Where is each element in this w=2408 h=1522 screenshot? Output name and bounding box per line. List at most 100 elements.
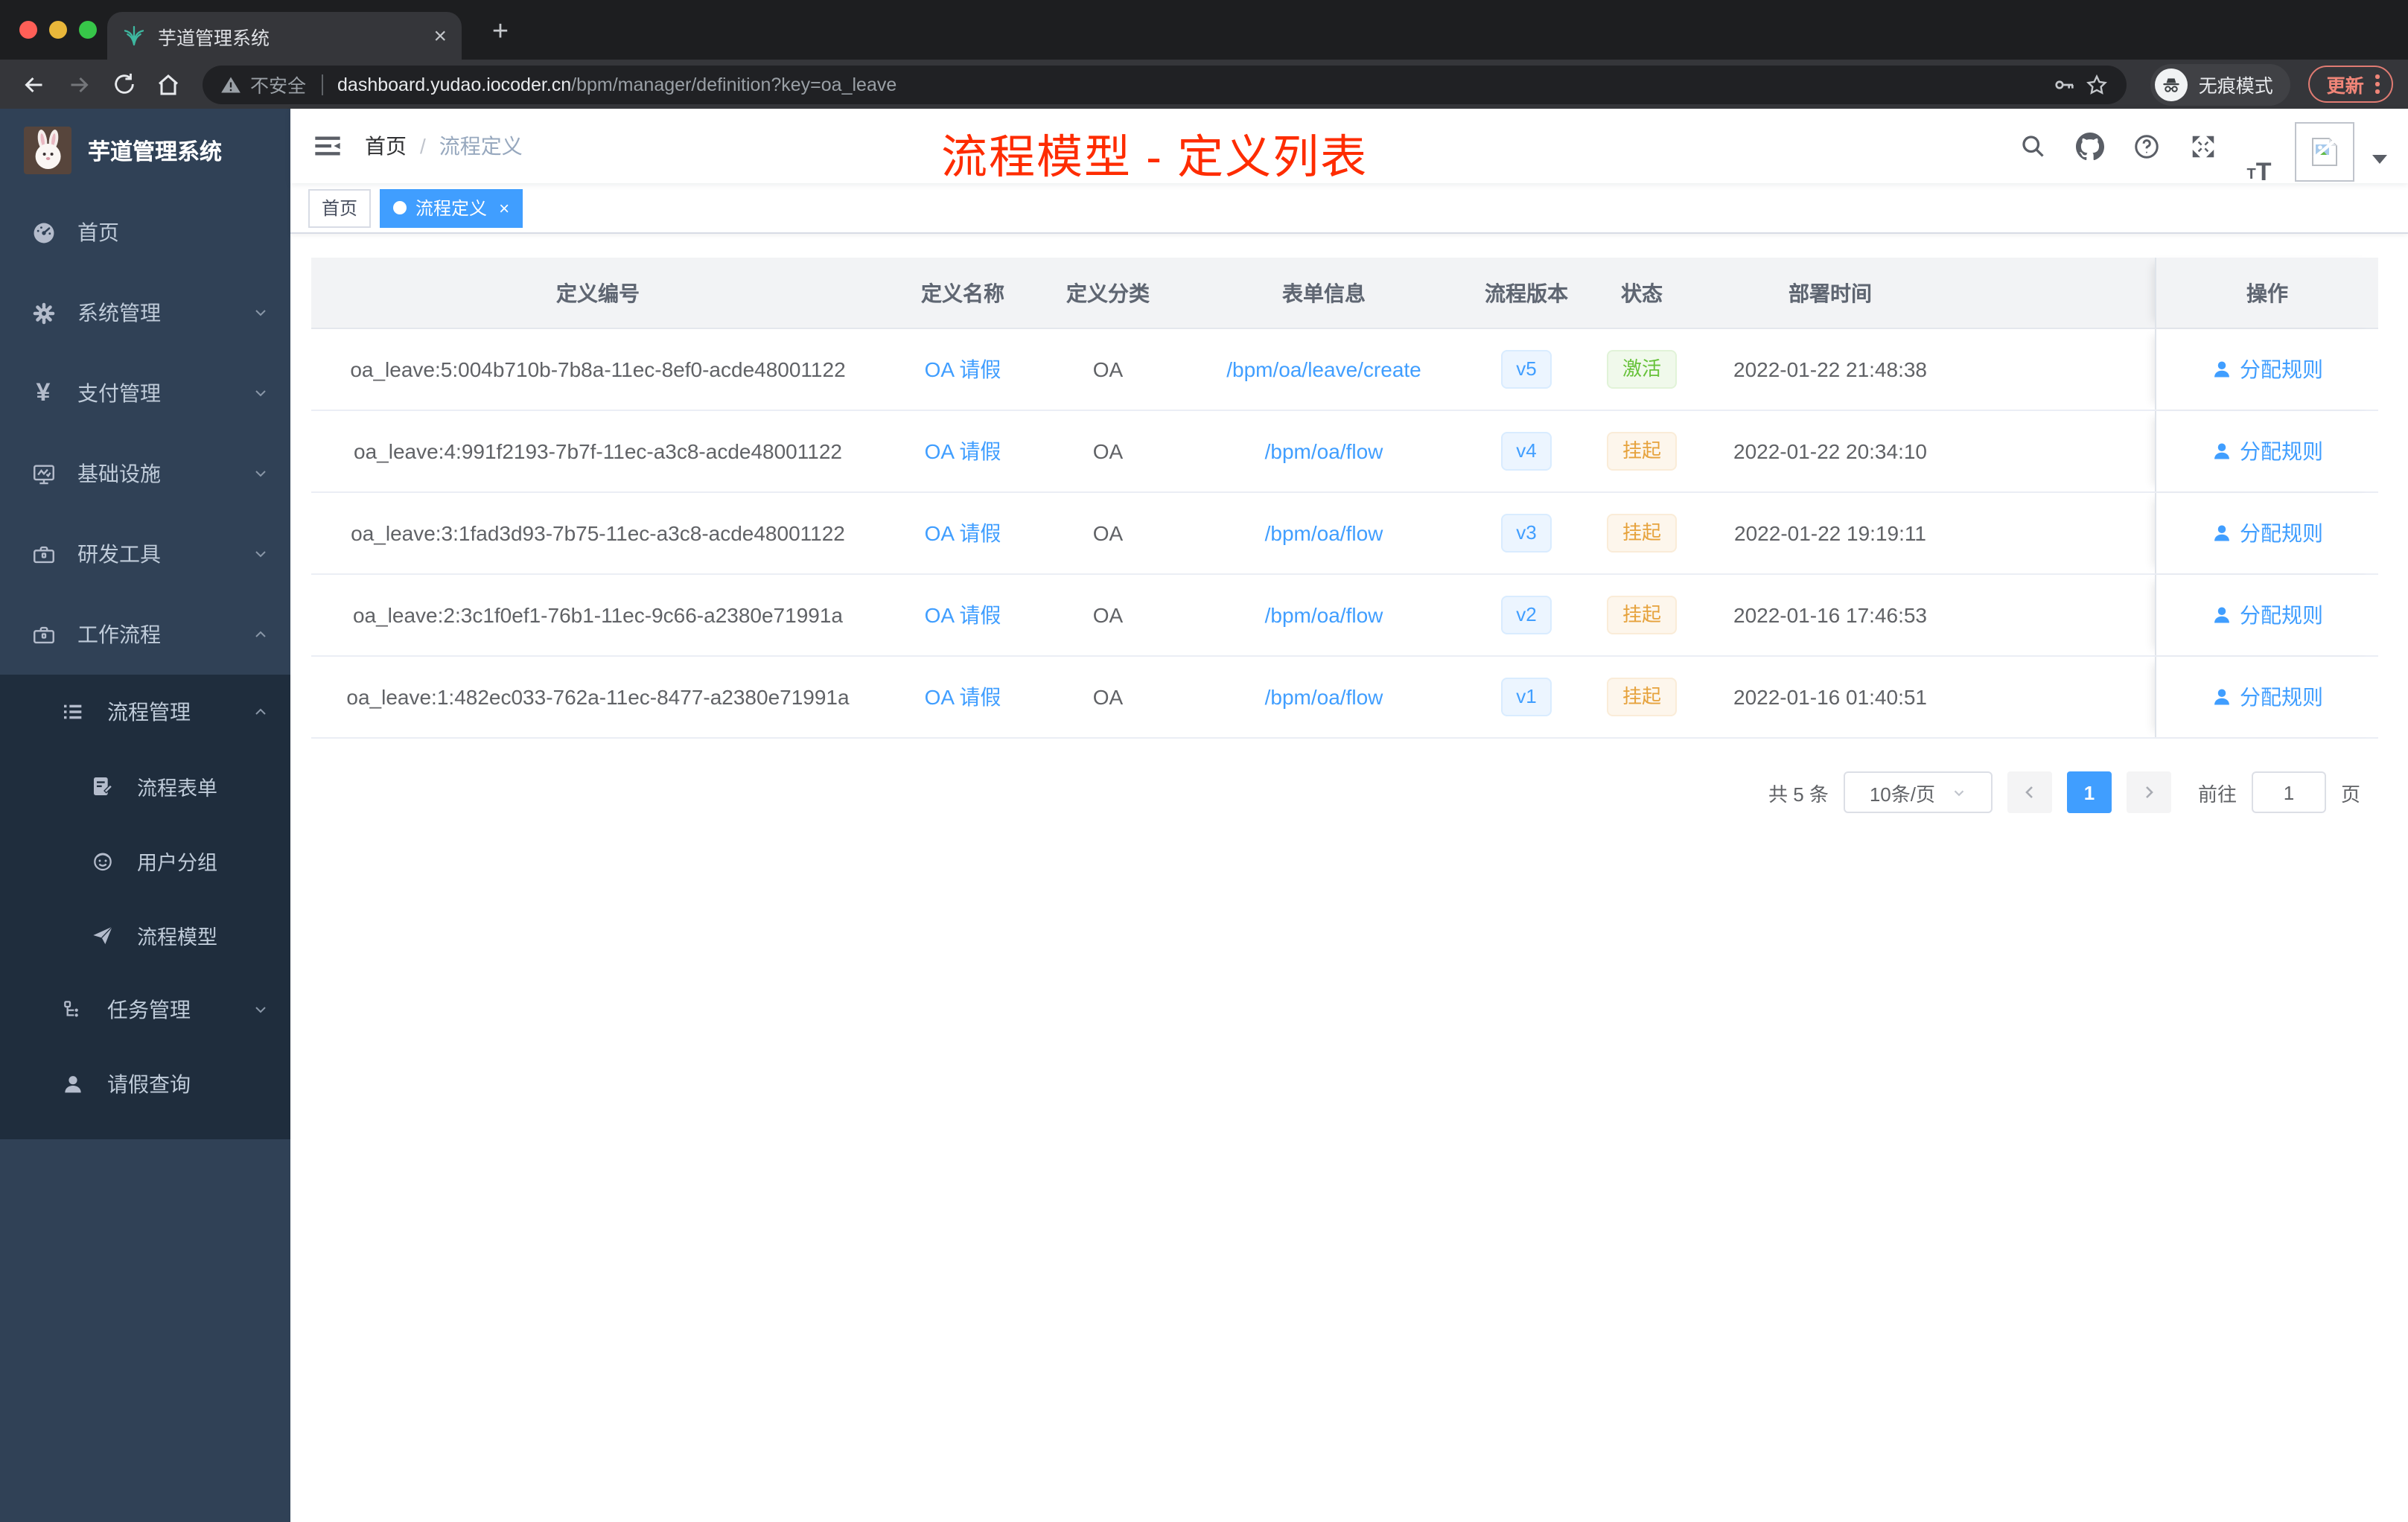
sidebar-item-label: 系统管理: [77, 301, 161, 325]
user-avatar[interactable]: [2295, 122, 2354, 182]
sidebar-item-devtools[interactable]: 研发工具: [0, 514, 290, 594]
sidebar-item-system[interactable]: 系统管理: [0, 273, 290, 353]
deploy-time: 2022-01-22 19:19:11: [1734, 521, 1926, 545]
definition-name-link[interactable]: OA 请假: [925, 603, 1001, 627]
form-link[interactable]: /bpm/oa/leave/create: [1226, 357, 1421, 381]
security-label[interactable]: 不安全: [250, 70, 306, 98]
sidebar-item-label: 流程模型: [137, 926, 217, 949]
bookmark-star-icon[interactable]: [2086, 72, 2109, 96]
table-row: oa_leave:3:1fad3d93-7b75-11ec-a3c8-acde4…: [311, 493, 2378, 575]
breadcrumb-home[interactable]: 首页: [365, 131, 407, 161]
definition-name-link[interactable]: OA 请假: [925, 439, 1001, 463]
forward-icon[interactable]: [60, 65, 98, 104]
key-icon[interactable]: [2053, 72, 2077, 96]
update-label: 更新: [2326, 76, 2364, 97]
dashboard-icon: [30, 219, 57, 246]
sidebar-item-infra[interactable]: 基础设施: [0, 433, 290, 514]
chevron-down-icon: [252, 465, 270, 483]
help-icon[interactable]: [2125, 109, 2167, 183]
sidebar-item-process-form[interactable]: 流程表单: [0, 749, 290, 824]
definition-name-link[interactable]: OA 请假: [925, 357, 1001, 381]
chevron-down-icon: [252, 1001, 270, 1019]
page-size-select[interactable]: 10条/页: [1843, 771, 1993, 813]
monitor-chart-icon: [30, 460, 57, 487]
prev-page-button[interactable]: [2007, 771, 2052, 813]
tab-close-icon[interactable]: ×: [433, 25, 447, 47]
sidebar-item-home[interactable]: 首页: [0, 192, 290, 273]
tag-close-icon[interactable]: ×: [499, 197, 509, 218]
column-header: 定义编号: [556, 281, 640, 305]
assign-rule-button[interactable]: 分配规则: [2211, 600, 2323, 630]
form-link[interactable]: /bpm/oa/flow: [1265, 521, 1383, 545]
sidebar-item-label: 首页: [77, 220, 119, 244]
sidebar-item-pay[interactable]: ¥ 支付管理: [0, 353, 290, 433]
table-row: oa_leave:2:3c1f0ef1-76b1-11ec-9c66-a2380…: [311, 575, 2378, 657]
browser-tab[interactable]: 芋道管理系统 ×: [107, 12, 462, 60]
assign-rule-button[interactable]: 分配规则: [2211, 682, 2323, 712]
current-page-button[interactable]: 1: [2066, 771, 2112, 813]
column-header: 定义分类: [1066, 281, 1150, 305]
assign-rule-button[interactable]: 分配规则: [2211, 354, 2323, 384]
url-text[interactable]: dashboard.yudao.iocoder.cn/bpm/manager/d…: [337, 74, 896, 95]
sidebar-item-label: 流程管理: [107, 700, 191, 724]
column-header: 部署时间: [1789, 281, 1872, 305]
next-page-button[interactable]: [2126, 771, 2171, 813]
workflow-submenu: 流程管理 流程表单 用户分组 流程模型 任务管理 请假查询: [0, 675, 290, 1139]
url-domain: dashboard.yudao.iocoder.cn: [337, 74, 572, 95]
github-icon[interactable]: [2068, 109, 2110, 183]
sidebar-item-label: 工作流程: [77, 623, 161, 646]
assign-rule-button[interactable]: 分配规则: [2211, 518, 2323, 548]
tag-home[interactable]: 首页: [308, 188, 372, 227]
close-window-icon[interactable]: [19, 21, 37, 39]
zoom-window-icon[interactable]: [79, 21, 97, 39]
form-link[interactable]: /bpm/oa/flow: [1265, 685, 1383, 709]
definition-name-link[interactable]: OA 请假: [925, 521, 1001, 545]
browser-window: 芋道管理系统 × + 不安全 dashboard.yudao.iocoder.c…: [0, 0, 2408, 1522]
tag-label: 流程定义: [415, 198, 488, 219]
table-row: oa_leave:4:991f2193-7b7f-11ec-a3c8-acde4…: [311, 411, 2378, 493]
assign-rule-label: 分配规则: [2240, 685, 2323, 709]
search-icon[interactable]: [2012, 109, 2054, 183]
sidebar-logo[interactable]: 芋道管理系统: [0, 109, 290, 192]
sidebar-item-label: 用户分组: [137, 852, 217, 874]
chevron-up-icon: [252, 625, 270, 643]
minimize-window-icon[interactable]: [49, 21, 67, 39]
assign-rule-label: 分配规则: [2240, 439, 2323, 463]
sidebar-item-workflow[interactable]: 工作流程: [0, 594, 290, 675]
tag-process-definition[interactable]: 流程定义 ×: [380, 188, 523, 227]
fullscreen-icon[interactable]: [2182, 109, 2223, 183]
browser-titlebar: 芋道管理系统 × +: [0, 0, 2408, 60]
form-link[interactable]: /bpm/oa/flow: [1265, 439, 1383, 463]
chevron-right-icon: [2146, 786, 2153, 798]
definition-category: OA: [1092, 521, 1124, 545]
breadcrumb-current: 流程定义: [439, 134, 523, 158]
sidebar-item-task-mgmt[interactable]: 任务管理: [0, 972, 290, 1047]
window-controls: [19, 21, 97, 39]
sidebar-item-user-group[interactable]: 用户分组: [0, 824, 290, 898]
back-icon[interactable]: [15, 65, 54, 104]
assign-rule-label: 分配规则: [2240, 357, 2323, 381]
browser-menu-icon[interactable]: [2375, 74, 2380, 94]
form-edit-icon: [89, 773, 116, 800]
reload-icon[interactable]: [104, 65, 143, 104]
address-bar[interactable]: 不安全 dashboard.yudao.iocoder.cn/bpm/manag…: [203, 65, 2127, 104]
sidebar-item-process-mgmt[interactable]: 流程管理: [0, 675, 290, 749]
sidebar-item-process-model[interactable]: 流程模型: [0, 898, 290, 972]
home-icon[interactable]: [149, 65, 188, 104]
definition-name-link[interactable]: OA 请假: [925, 685, 1001, 709]
deploy-time: 2022-01-22 21:48:38: [1733, 357, 1927, 381]
sidebar-toggle-icon[interactable]: [290, 109, 365, 183]
goto-page-input[interactable]: [2251, 771, 2326, 813]
omnibox-divider: [321, 74, 323, 95]
status-badge: 激活: [1607, 350, 1676, 389]
active-dot-icon: [393, 201, 407, 214]
sidebar-item-leave-query[interactable]: 请假查询: [0, 1047, 290, 1121]
avatar-caret-icon[interactable]: [2372, 155, 2387, 164]
new-tab-button[interactable]: +: [480, 12, 521, 54]
version-badge: v1: [1501, 678, 1552, 716]
assign-rule-button[interactable]: 分配规则: [2211, 436, 2323, 466]
browser-update-button[interactable]: 更新: [2308, 66, 2393, 103]
form-link[interactable]: /bpm/oa/flow: [1265, 603, 1383, 627]
font-size-icon[interactable]: TT: [2238, 109, 2280, 185]
sidebar-item-label: 任务管理: [107, 998, 191, 1022]
